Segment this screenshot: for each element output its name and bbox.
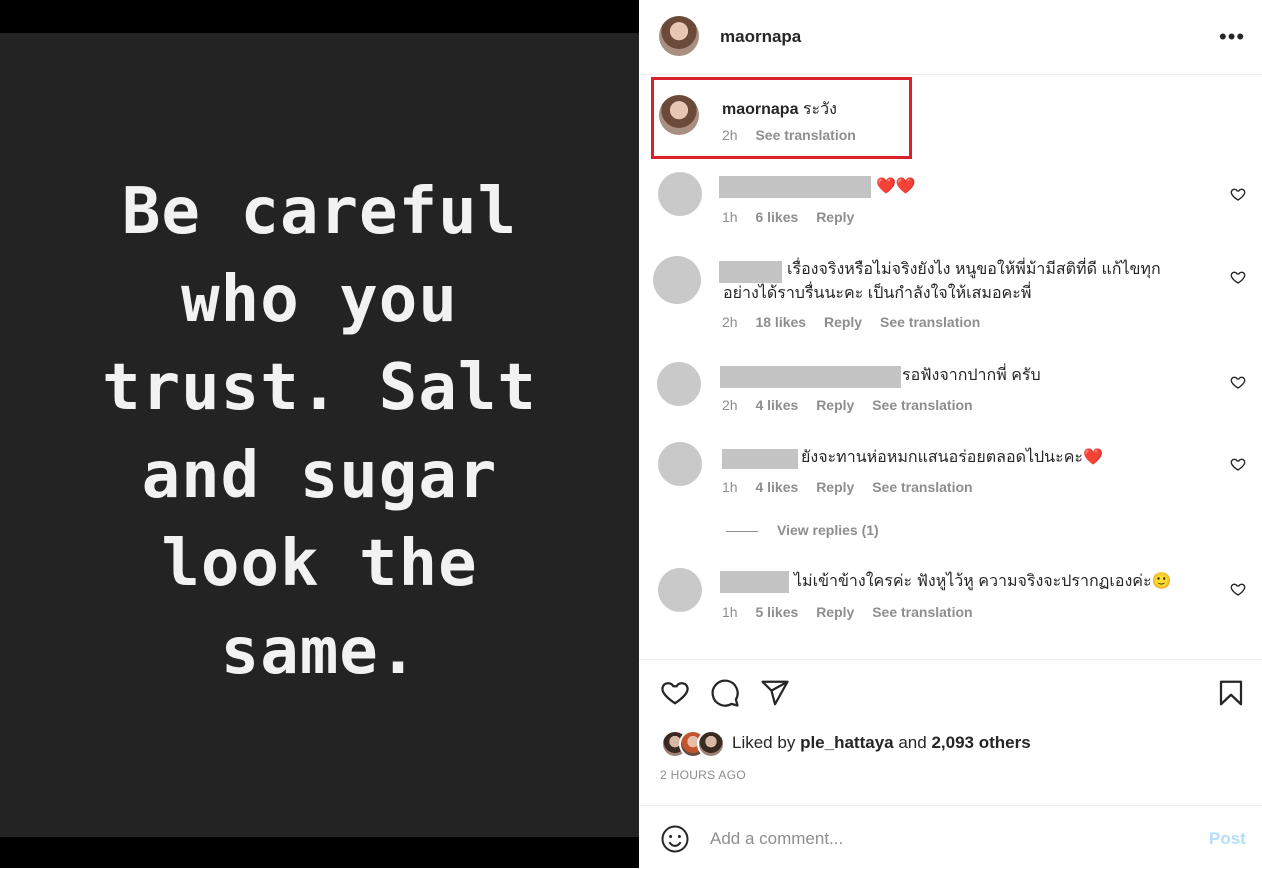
comment-likes[interactable]: 4 likes — [755, 479, 798, 495]
quote-text: Be careful who you trust. Salt and sugar… — [102, 175, 537, 689]
post-image: Be careful who you trust. Salt and sugar… — [0, 33, 639, 837]
caption-meta: 2h See translation — [722, 127, 870, 143]
emoji-icon[interactable] — [660, 824, 690, 854]
reply-link[interactable]: Reply — [816, 397, 854, 413]
comment-text: ไม่เข้าข้างใครค่ะ ฟังหูไว้หู ความจริงจะป… — [794, 573, 1172, 590]
comment-avatar[interactable] — [653, 256, 701, 304]
avatar[interactable] — [659, 16, 699, 56]
view-replies-line — [726, 531, 758, 532]
caption-time: 2h — [722, 127, 738, 143]
liked-by-label: Liked by — [732, 733, 796, 752]
liked-by-and: and — [898, 733, 927, 752]
redacted-username — [722, 449, 798, 469]
post-sidebar: maornapa ••• maornapa ระวัง 2h See trans… — [639, 0, 1262, 868]
redacted-username — [720, 571, 789, 593]
avatar — [697, 730, 725, 758]
likes-count[interactable]: 2,093 others — [931, 733, 1030, 752]
comment-meta: 2h 4 likes Reply See translation — [722, 397, 987, 413]
comment-likes[interactable]: 6 likes — [755, 209, 798, 225]
redacted-username — [720, 366, 901, 388]
caption-text: ระวัง — [802, 101, 837, 118]
caption-avatar[interactable] — [659, 95, 699, 135]
comment-time: 1h — [722, 604, 738, 620]
reply-link[interactable]: Reply — [816, 479, 854, 495]
redacted-username — [719, 176, 871, 198]
post-timestamp: 2 HOURS AGO — [660, 768, 746, 782]
like-comment-icon[interactable] — [1230, 374, 1246, 390]
header-username[interactable]: maornapa — [720, 27, 801, 47]
comment-likes[interactable]: 4 likes — [755, 397, 798, 413]
caption-username[interactable]: maornapa — [722, 101, 798, 118]
post-header: maornapa ••• — [639, 0, 1262, 75]
comment-avatar[interactable] — [658, 172, 702, 216]
see-translation-link[interactable]: See translation — [755, 127, 855, 143]
see-translation-link[interactable]: See translation — [880, 314, 980, 330]
post-image-panel: Be careful who you trust. Salt and sugar… — [0, 0, 639, 868]
more-options-icon[interactable]: ••• — [1219, 24, 1245, 50]
comment-meta: 1h 4 likes Reply See translation — [722, 479, 987, 495]
comment-avatar[interactable] — [657, 362, 701, 406]
comment-meta: 2h 18 likes Reply See translation — [722, 314, 994, 330]
view-replies-link[interactable]: View replies (1) — [777, 522, 879, 538]
see-translation-link[interactable]: See translation — [872, 397, 972, 413]
share-icon[interactable] — [760, 678, 790, 708]
like-icon[interactable] — [660, 677, 690, 707]
like-comment-icon[interactable] — [1230, 186, 1246, 202]
comment-meta: 1h 6 likes Reply — [722, 209, 868, 225]
comment-likes[interactable]: 18 likes — [755, 314, 806, 330]
comment-avatar[interactable] — [658, 568, 702, 612]
post-button[interactable]: Post — [1209, 829, 1246, 849]
like-comment-icon[interactable] — [1230, 269, 1246, 285]
comment-text: ยังจะทานห่อหมกแสนอร่อยตลอดไปนะคะ❤️ — [801, 449, 1103, 466]
comment-input[interactable]: Add a comment... — [710, 829, 843, 849]
reply-link[interactable]: Reply — [816, 209, 854, 225]
comment-avatar[interactable] — [658, 442, 702, 486]
comment-meta: 1h 5 likes Reply See translation — [722, 604, 987, 620]
see-translation-link[interactable]: See translation — [872, 604, 972, 620]
save-icon[interactable] — [1216, 678, 1246, 708]
comment-text: ❤️❤️ — [876, 178, 916, 195]
comment-text: เรื่องจริงหรือไม่จริงยังไง หนูขอให้พี่ม้… — [723, 261, 1161, 302]
like-comment-icon[interactable] — [1230, 456, 1246, 472]
liked-by-text: Liked by ple_hattaya and 2,093 others — [732, 733, 1031, 753]
comment-time: 1h — [722, 209, 738, 225]
comment-time: 2h — [722, 397, 738, 413]
comment-text: รอฟังจากปากพี่ ครับ — [902, 367, 1041, 384]
reply-link[interactable]: Reply — [816, 604, 854, 620]
caption: maornapa ระวัง — [722, 97, 837, 122]
like-comment-icon[interactable] — [1230, 581, 1246, 597]
reply-link[interactable]: Reply — [824, 314, 862, 330]
comment-time: 2h — [722, 314, 738, 330]
liked-by-user[interactable]: ple_hattaya — [800, 733, 894, 752]
see-translation-link[interactable]: See translation — [872, 479, 972, 495]
comment-icon[interactable] — [710, 678, 740, 708]
comment-likes[interactable]: 5 likes — [755, 604, 798, 620]
comment-time: 1h — [722, 479, 738, 495]
